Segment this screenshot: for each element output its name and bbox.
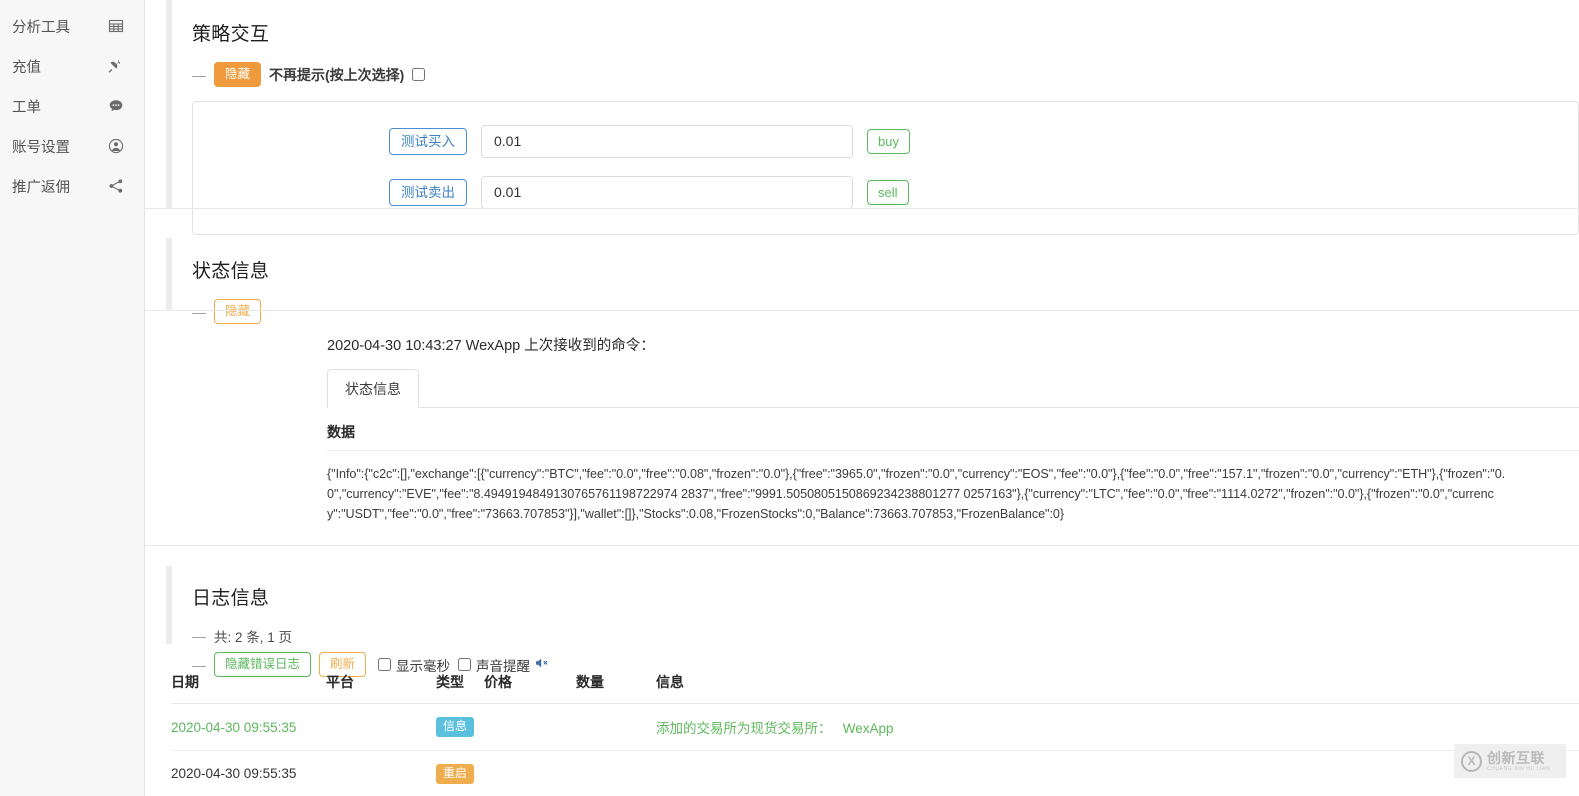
dash-separator: — (192, 628, 206, 645)
col-type: 类型 (436, 672, 484, 704)
cell-info (656, 750, 1579, 796)
status-toolbar: — 隐藏 (192, 299, 1579, 324)
hide-status-button[interactable]: 隐藏 (214, 299, 262, 324)
strategy-interaction-section: 策略交互 — 隐藏 不再提示(按上次选择) 测试买入 buy 测试卖出 (192, 8, 1579, 235)
sidebar-item-label: 推广返佣 (12, 179, 70, 196)
buy-amount-input[interactable] (481, 124, 853, 158)
tab-status-info[interactable]: 状态信息 (327, 369, 419, 408)
sidebar-item-account-settings[interactable]: 账号设置 (0, 126, 144, 166)
cell-platform (326, 703, 436, 751)
dash-separator: — (192, 303, 206, 320)
sidebar-item-analysis-tools[interactable]: 分析工具 (0, 6, 144, 46)
col-price: 价格 (484, 672, 576, 704)
watermark: X 创新互联 CHUANG XIN HU LIAN (1454, 744, 1566, 778)
status-badge: 重启 (436, 764, 475, 784)
cell-type: 重启 (436, 750, 484, 796)
hide-strategy-button[interactable]: 隐藏 (214, 62, 262, 87)
table-row[interactable]: 2020-04-30 09:55:35 重启 (171, 750, 1579, 796)
cell-amount (576, 703, 656, 751)
cell-price (484, 750, 576, 796)
section-marker-log (166, 566, 172, 644)
test-buy-button[interactable]: 测试买入 (389, 127, 467, 156)
divider-strategy-status (145, 208, 1579, 209)
col-platform: 平台 (326, 672, 436, 704)
buy-submit-button[interactable]: buy (867, 128, 910, 154)
data-label: 数据 (327, 424, 355, 440)
test-sell-button[interactable]: 测试卖出 (389, 178, 467, 207)
status-info-section: 状态信息 — 隐藏 (192, 245, 1579, 324)
log-section-title: 日志信息 (192, 587, 270, 609)
speaker-mute-icon[interactable] (535, 656, 549, 674)
sidebar: 分析工具 充值 工单 账号设置 推广返佣 (0, 0, 145, 796)
status-badge: 信息 (436, 717, 475, 737)
sidebar-item-work-order[interactable]: 工单 (0, 86, 144, 126)
strategy-toolbar: — 隐藏 不再提示(按上次选择) (192, 62, 1579, 87)
cell-price (484, 703, 576, 751)
cell-platform (326, 750, 436, 796)
sound-alert-checkbox[interactable] (458, 658, 472, 672)
dash-separator: — (192, 656, 206, 673)
watermark-cn-text: 创新互联 (1487, 749, 1545, 766)
col-info: 信息 (656, 672, 1579, 704)
sidebar-item-label: 工单 (12, 99, 41, 116)
dash-separator: — (192, 66, 206, 83)
grid-table-icon (108, 18, 124, 34)
table-row[interactable]: 2020-04-30 09:55:35 信息 添加的交易所为现货交易所： Wex… (171, 703, 1579, 751)
no-prompt-checkbox[interactable] (412, 68, 426, 82)
user-circle-icon (108, 138, 124, 154)
trade-panel: 测试买入 buy 测试卖出 sell (192, 100, 1579, 235)
data-divider (327, 450, 1579, 451)
log-count-row: — 共: 2 条, 1 页 (192, 626, 1579, 646)
main-content: 策略交互 — 隐藏 不再提示(按上次选择) 测试买入 buy 测试卖出 (145, 0, 1579, 796)
trade-row-buy: 测试买入 buy (193, 120, 1578, 163)
watermark-logo-icon: X (1461, 750, 1482, 772)
log-table-header-row: 日期 平台 类型 价格 数量 信息 (171, 672, 1579, 704)
status-section-title: 状态信息 (192, 260, 270, 282)
status-json-payload: {"Info":{"c2c":[],"exchange":[{"currency… (327, 467, 1506, 521)
status-tabs: 状态信息 (327, 369, 1579, 408)
sell-amount-input[interactable] (481, 175, 853, 209)
log-count-text: 共: 2 条, 1 页 (214, 630, 293, 646)
divider-status-body (145, 310, 1579, 311)
app-root: 分析工具 充值 工单 账号设置 推广返佣 策略交互 — 隐藏 不再提示(按上次选… (0, 0, 1579, 796)
sidebar-item-label: 充值 (12, 59, 41, 76)
plug-icon (108, 58, 124, 74)
log-table-wrap: 日期 平台 类型 价格 数量 信息 2020-04-30 09:55:35 信息 (171, 672, 1579, 796)
sell-submit-button[interactable]: sell (867, 179, 909, 205)
cell-amount (576, 750, 656, 796)
show-milliseconds-checkbox[interactable] (378, 658, 392, 672)
cell-type: 信息 (436, 703, 484, 751)
share-icon (108, 178, 124, 194)
divider-status-log (145, 545, 1579, 546)
sidebar-item-recharge[interactable]: 充值 (0, 46, 144, 86)
sidebar-item-referral[interactable]: 推广返佣 (0, 166, 144, 206)
section-marker-strategy (166, 0, 172, 208)
col-date: 日期 (171, 672, 326, 704)
cell-date: 2020-04-30 09:55:35 (171, 703, 326, 751)
status-body: 2020-04-30 10:43:27 WexApp 上次接收到的命令： 状态信… (327, 334, 1579, 524)
col-amount: 数量 (576, 672, 656, 704)
cell-date: 2020-04-30 09:55:35 (171, 750, 326, 796)
log-table: 日期 平台 类型 价格 数量 信息 2020-04-30 09:55:35 信息 (171, 672, 1579, 796)
log-info-section: 日志信息 — 共: 2 条, 1 页 — 隐藏错误日志 刷新 显示毫秒 声音提醒 (192, 572, 1579, 677)
cell-info: 添加的交易所为现货交易所： WexApp (656, 703, 1579, 751)
last-command-line: 2020-04-30 10:43:27 WexApp 上次接收到的命令： (327, 338, 655, 354)
section-marker-status (166, 238, 172, 310)
no-prompt-label: 不再提示(按上次选择) (269, 66, 405, 83)
comment-icon (108, 98, 124, 114)
watermark-en-text: CHUANG XIN HU LIAN (1487, 765, 1551, 772)
sidebar-item-label: 分析工具 (12, 19, 70, 36)
page-title: 策略交互 (192, 23, 270, 45)
sidebar-item-label: 账号设置 (12, 139, 70, 156)
